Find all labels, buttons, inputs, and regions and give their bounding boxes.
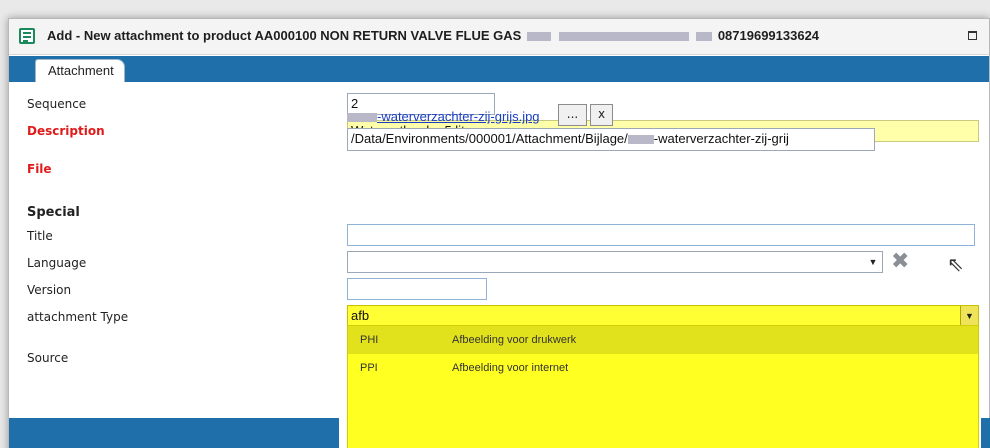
file-label: File (27, 162, 52, 176)
redacted-block (526, 32, 551, 42)
option-code: PHI (360, 334, 379, 346)
tab-bar: Attachment (9, 56, 989, 82)
tab-attachment[interactable]: Attachment (35, 59, 125, 82)
redacted-block (627, 135, 654, 145)
option-code: PPI (360, 362, 378, 374)
clear-language-icon[interactable]: ✖ (891, 249, 909, 274)
option-description: Afbeelding voor internet (452, 362, 569, 374)
sequence-label: Sequence (27, 97, 87, 111)
redacted-block (558, 32, 689, 42)
chevron-down-icon[interactable]: ▼ (960, 306, 978, 326)
file-link-text: -waterverzachter-zij-grijs.jpg (377, 109, 540, 124)
option-description: Afbeelding voor drukwerk (452, 334, 577, 346)
window-title: Add - New attachment to product AA000100… (47, 28, 819, 43)
attachment-type-combobox[interactable]: afb ▼ (347, 305, 979, 327)
window-title-main: Add - New attachment to product AA000100… (47, 28, 522, 43)
list-item[interactable]: PHI Afbeelding voor drukwerk (348, 326, 978, 354)
title-bar: Add - New attachment to product AA000100… (9, 19, 989, 55)
dialog-window: Add - New attachment to product AA000100… (8, 18, 990, 448)
maximize-button[interactable] (968, 31, 977, 40)
redacted-block (696, 32, 713, 42)
mouse-cursor-icon: ⇖ (947, 252, 964, 276)
file-path-field[interactable]: /Data/Environments/000001/Attachment/Bij… (347, 128, 875, 151)
footer-bar (9, 418, 339, 448)
attachment-type-dropdown-list: PHI Afbeelding voor drukwerk PPI Afbeeld… (347, 325, 979, 448)
file-link[interactable]: -waterverzachter-zij-grijs.jpg (347, 109, 540, 124)
remove-file-button[interactable]: x (590, 104, 613, 126)
special-heading: Special (27, 205, 80, 220)
form-icon (19, 28, 35, 44)
file-path-suffix: -waterverzachter-zij-grij (653, 131, 789, 146)
attachment-type-label: attachment Type (27, 310, 129, 324)
version-label: Version (27, 283, 72, 297)
footer-bar-right (981, 418, 990, 448)
chevron-down-icon[interactable]: ▼ (864, 252, 882, 272)
source-label: Source (27, 351, 69, 365)
description-label: Description (27, 124, 105, 138)
file-path-prefix: /Data/Environments/000001/Attachment/Bij… (351, 131, 628, 146)
window-title-barcode: 08719699133624 (717, 28, 820, 43)
browse-button[interactable]: ... (558, 104, 587, 126)
language-label: Language (27, 256, 87, 270)
language-select[interactable]: ▼ (347, 251, 883, 273)
title-field[interactable] (347, 224, 975, 246)
version-field[interactable] (347, 278, 487, 300)
redacted-block (347, 113, 377, 123)
attachment-type-value: afb (351, 308, 370, 323)
title-label: Title (27, 229, 53, 243)
list-item[interactable]: PPI Afbeelding voor internet (348, 354, 978, 382)
